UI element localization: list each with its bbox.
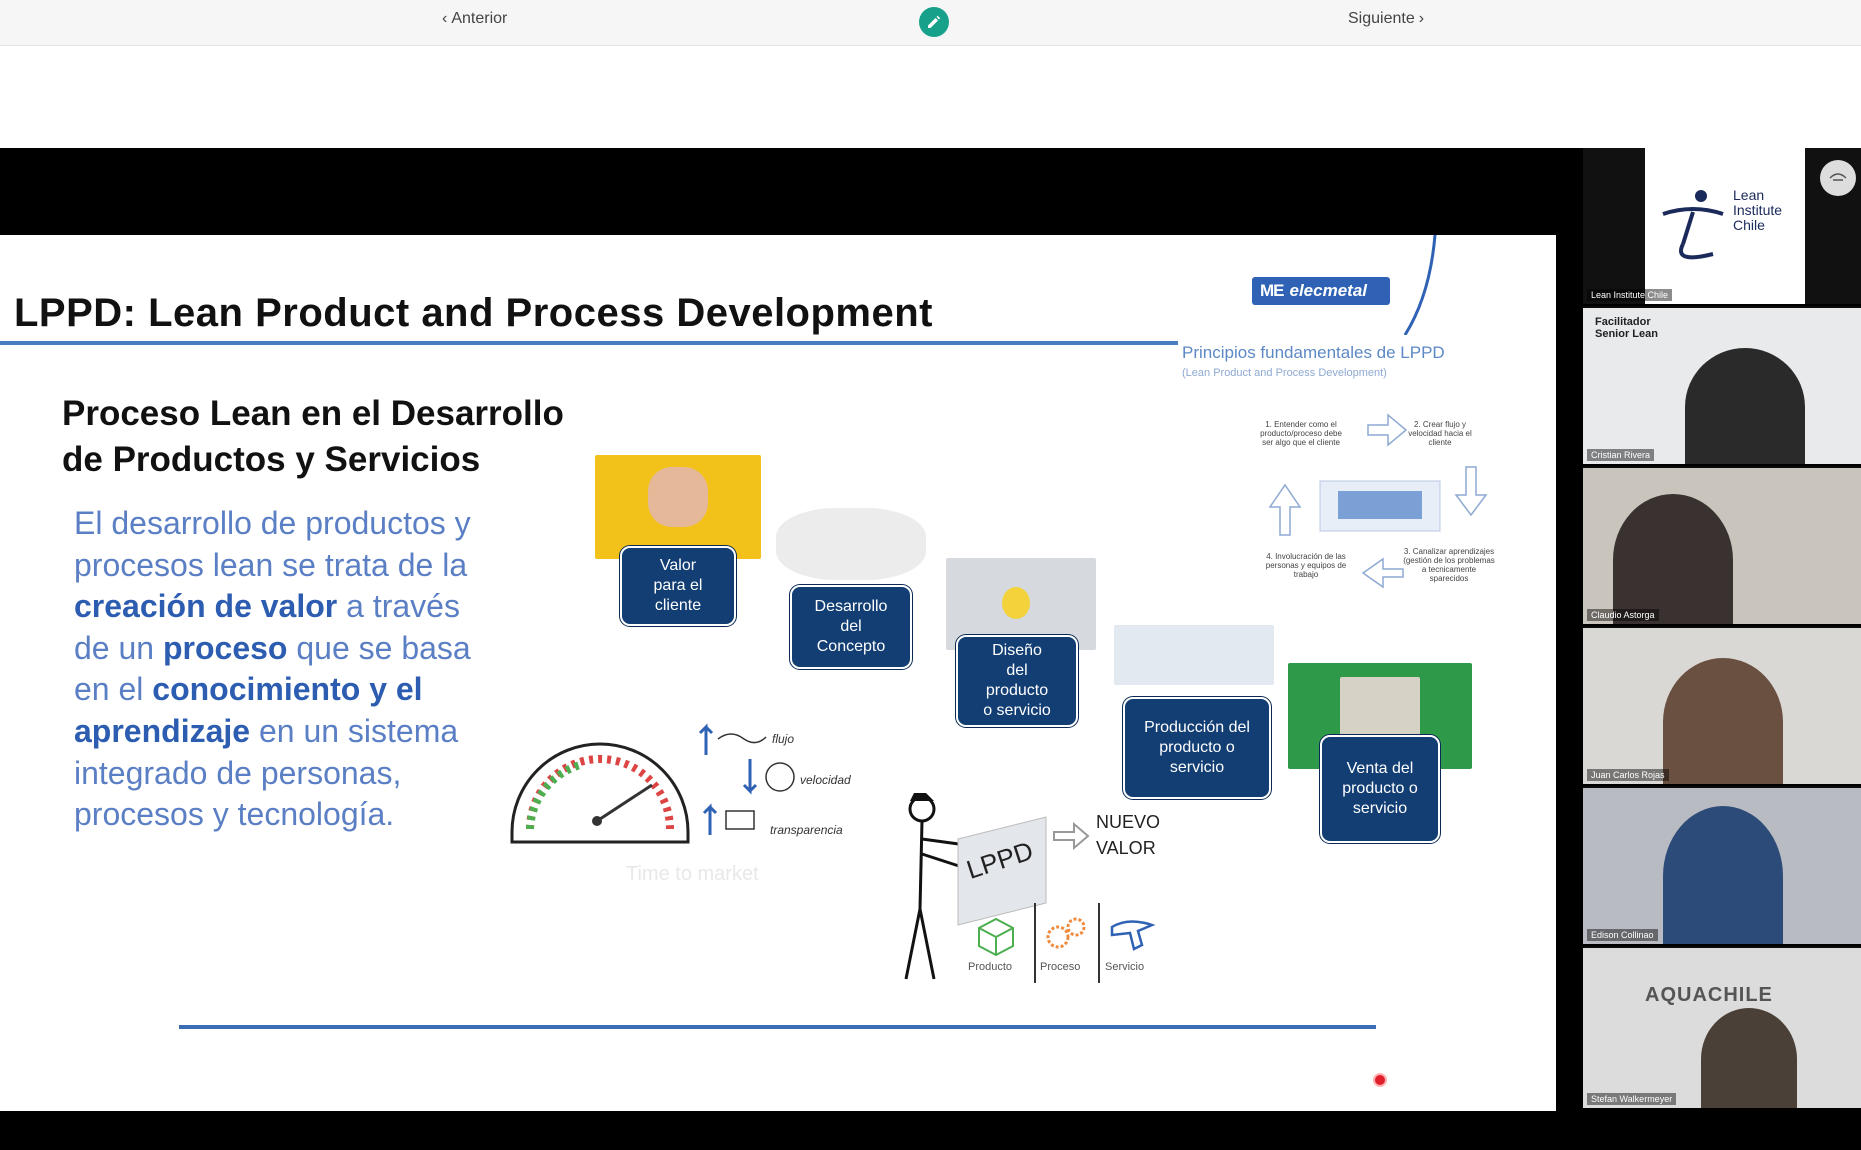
producto-label: Producto — [968, 961, 1013, 973]
participant-tile[interactable]: AQUACHILE Stefan Walkermeyer — [1583, 948, 1861, 1110]
participant-name: Juan Carlos Rojas — [1587, 769, 1669, 781]
participant-tile[interactable]: Juan Carlos Rojas — [1583, 628, 1861, 786]
chevron-left-icon: ‹ — [442, 10, 448, 27]
bottom-divider — [179, 1025, 1376, 1029]
principle-4: 4. Involucración de las personas y equip… — [1265, 552, 1347, 579]
previous-label: Anterior — [451, 10, 508, 27]
runner-logo-icon — [1662, 190, 1724, 260]
participant-tile[interactable]: Lean Institute Chile Lean Institute Chil… — [1583, 148, 1861, 306]
pencil-icon — [928, 15, 941, 28]
shared-slide: LPPD: Lean Product and Process Developme… — [0, 235, 1556, 1111]
icon-divider — [1034, 903, 1036, 983]
participant-name: Stefan Walkermeyer — [1587, 1093, 1677, 1105]
recording-indicator-icon — [1373, 1073, 1387, 1087]
production-image — [1114, 625, 1274, 685]
hands-image — [648, 467, 708, 527]
time-to-market-label: Time to market — [626, 863, 759, 885]
principles-subtitle: (Lean Product and Process Development) — [1182, 367, 1387, 379]
velocity-label: velocidad — [800, 773, 851, 787]
step-diseno: Diseño del producto o servicio — [956, 635, 1078, 727]
step-produccion: Producción del producto o servicio — [1123, 697, 1271, 799]
arrow-right-icon — [1053, 821, 1090, 851]
slide-title: LPPD: Lean Product and Process Developme… — [14, 291, 933, 335]
slide-body-text: El desarrollo de productos y procesos le… — [74, 505, 471, 833]
participant-name: Claudio Astorga — [1587, 609, 1659, 621]
lean-institute-logo: Lean Institute Chile — [1645, 148, 1805, 304]
lean-institute-logo-text: Lean Institute Chile — [1733, 187, 1783, 233]
principles-title: Principios fundamentales de LPPD — [1182, 343, 1445, 362]
step-valor-cliente: Valor para el cliente — [620, 546, 736, 626]
next-label: Siguiente — [1348, 10, 1415, 27]
participant-tile[interactable]: Claudio Astorga — [1583, 468, 1861, 626]
speedometer-icon — [510, 742, 690, 844]
participant-name: Edison Collinao — [1587, 929, 1658, 941]
previous-button[interactable]: ‹ Anterior — [442, 10, 507, 28]
stick-figure-illustration — [904, 793, 1047, 980]
role-tag: Facilitador Senior Lean — [1595, 316, 1658, 340]
principle-2: 2. Crear flujo y velocidad hacia el clie… — [1408, 420, 1472, 447]
product-cube-icon — [978, 917, 1014, 957]
step-desarrollo-concepto: Desarrollo del Concepto — [790, 585, 912, 669]
elecmetal-logo: ME elecmetal — [1252, 277, 1390, 305]
chevron-right-icon: › — [1418, 10, 1425, 27]
concept-sketch-image — [776, 508, 926, 580]
participant-name: Lean Institute Chile — [1587, 289, 1673, 301]
handshake-image — [1340, 677, 1420, 737]
new-value-label: NUEVO VALOR — [1096, 812, 1161, 858]
participant-video — [1613, 494, 1733, 624]
lightbulb-icon — [1002, 587, 1030, 619]
step-venta: Venta del producto o servicio — [1320, 735, 1440, 843]
top-navigation-bar: ‹ Anterior Siguiente › — [0, 0, 1861, 46]
slide-subtitle: Proceso Lean en el Desarrollo de Product… — [62, 394, 564, 479]
participant-video — [1663, 806, 1783, 944]
participant-tile[interactable]: Edison Collinao — [1583, 788, 1861, 946]
participant-name: Cristian Rivera — [1587, 449, 1655, 461]
transparency-label: transparencia — [770, 823, 843, 837]
process-gears-icon — [1046, 917, 1086, 949]
flow-label: flujo — [772, 732, 795, 746]
participant-video — [1663, 658, 1783, 784]
brand-swoosh — [1403, 235, 1437, 335]
next-button[interactable]: Siguiente › — [1348, 10, 1424, 28]
principle-1: 1. Entender como el producto/proceso deb… — [1260, 420, 1342, 447]
service-hand-icon — [1110, 920, 1156, 951]
pin-icon[interactable] — [1820, 160, 1856, 196]
aquachile-logo: AQUACHILE — [1645, 984, 1773, 1006]
brand-name: elecmetal — [1289, 281, 1368, 300]
participants-sidebar: Lean Institute Chile Lean Institute Chil… — [1583, 148, 1861, 1110]
icon-divider — [1098, 903, 1100, 983]
servicio-label: Servicio — [1105, 961, 1145, 973]
edit-button[interactable] — [919, 7, 949, 37]
participant-video — [1701, 1008, 1797, 1108]
participant-tile[interactable]: Facilitador Senior Lean Cristian Rivera — [1583, 308, 1861, 466]
title-underline — [0, 341, 1178, 345]
proceso-label: Proceso — [1040, 961, 1081, 973]
participant-video — [1685, 348, 1805, 464]
principle-3: 3. Canalizar aprendizajes (gestión de lo… — [1403, 547, 1495, 583]
